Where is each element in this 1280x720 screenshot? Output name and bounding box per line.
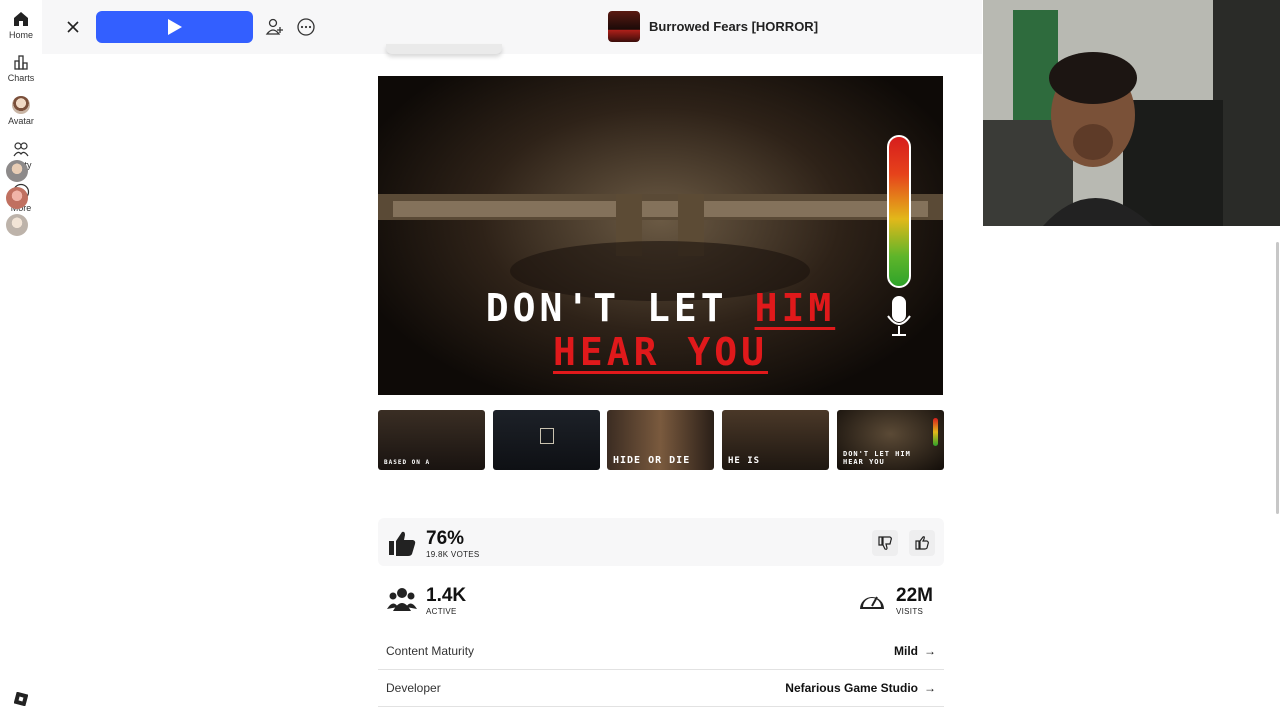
play-icon: [167, 19, 182, 35]
voice-level-meter: [887, 135, 911, 288]
thumbs-down-icon: [878, 536, 892, 550]
info-value: Nefarious Game Studio →: [785, 681, 936, 695]
hero-title-white: DON'T LET: [485, 286, 755, 330]
game-thumbnail-icon: [608, 11, 640, 42]
arrow-right-icon: →: [924, 644, 936, 658]
visits-value: 22M: [896, 585, 933, 606]
like-button[interactable]: [909, 530, 935, 556]
streamer-camera-image: [983, 0, 1280, 226]
developer-link[interactable]: Nefarious Game Studio: [785, 681, 918, 695]
play-button[interactable]: [96, 11, 253, 43]
friend-avatar[interactable]: [6, 160, 28, 182]
thumbnail-caption: HE IS: [728, 456, 761, 466]
media-thumbnail[interactable]: HIDE OR DIE: [607, 410, 714, 470]
dislike-button[interactable]: [872, 530, 898, 556]
charts-icon: [14, 55, 28, 70]
vote-count: 19.8K VOTES: [426, 550, 480, 559]
webcam-overlay: [983, 0, 1280, 226]
speedometer-icon: [860, 596, 884, 609]
info-label: Developer: [386, 681, 441, 695]
scroll-remnant: [386, 44, 502, 54]
sidebar-item-charts[interactable]: Charts: [0, 53, 42, 83]
thumbs-up-icon: [389, 531, 416, 556]
sidebar-item-avatar[interactable]: Avatar: [0, 96, 42, 126]
info-label: Content Maturity: [386, 644, 475, 658]
people-icon: [387, 588, 417, 611]
media-thumbnail[interactable]: [493, 410, 600, 470]
thumbs-up-icon: [915, 536, 929, 550]
more-options-icon[interactable]: [295, 16, 317, 38]
mini-meter: [933, 418, 938, 446]
microphone-icon: [887, 296, 911, 336]
avatar-icon: [12, 96, 30, 114]
thumbnail-caption: BASED ON A: [384, 459, 431, 466]
sidebar-item-home[interactable]: Home: [0, 10, 42, 40]
home-icon: [14, 12, 28, 26]
maturity-value: Mild: [894, 644, 918, 658]
friend-avatar[interactable]: [6, 187, 28, 209]
sidebar-item-label: Charts: [7, 73, 35, 83]
active-players-value: 1.4K: [426, 585, 467, 606]
media-thumbnail[interactable]: HE IS: [722, 410, 829, 470]
arrow-right-icon: →: [924, 681, 936, 695]
roblox-logo-icon[interactable]: [14, 692, 28, 706]
media-thumbnail[interactable]: DON'T LET HIM HEAR YOU: [837, 410, 944, 470]
hero-title-red: HIM: [754, 286, 836, 330]
info-row-content-maturity[interactable]: Content Maturity Mild →: [378, 633, 944, 670]
friend-avatar[interactable]: [6, 214, 28, 236]
active-players-label: ACTIVE: [426, 607, 457, 616]
page-title: Burrowed Fears [HORROR]: [649, 19, 819, 34]
hero-title-line1: DON'T LET HIM: [378, 286, 943, 330]
sidebar-item-label: Avatar: [8, 116, 34, 126]
info-row-developer[interactable]: Developer Nefarious Game Studio →: [378, 670, 944, 707]
party-icon: [13, 142, 29, 157]
info-value: Mild →: [894, 644, 936, 658]
media-thumbnail[interactable]: BASED ON A: [378, 410, 485, 470]
thumbnail-caption: DON'T LET HIM HEAR YOU: [843, 450, 911, 466]
thumbnail-caption: HIDE OR DIE: [613, 455, 691, 466]
add-friend-icon[interactable]: [263, 16, 285, 38]
hero-title-line2: HEAR YOU: [552, 330, 769, 374]
game-hero-image[interactable]: DON'T LET HIM HEAR YOU: [378, 76, 943, 395]
scrollbar[interactable]: [1276, 242, 1279, 514]
visits-label: VISITS: [896, 607, 924, 616]
window-shape: [540, 428, 554, 444]
side-navigation: Home Charts Avatar Party More: [0, 0, 42, 720]
close-icon[interactable]: [62, 16, 84, 38]
rating-percent: 76%: [426, 528, 465, 549]
sidebar-item-label: Home: [8, 30, 33, 40]
